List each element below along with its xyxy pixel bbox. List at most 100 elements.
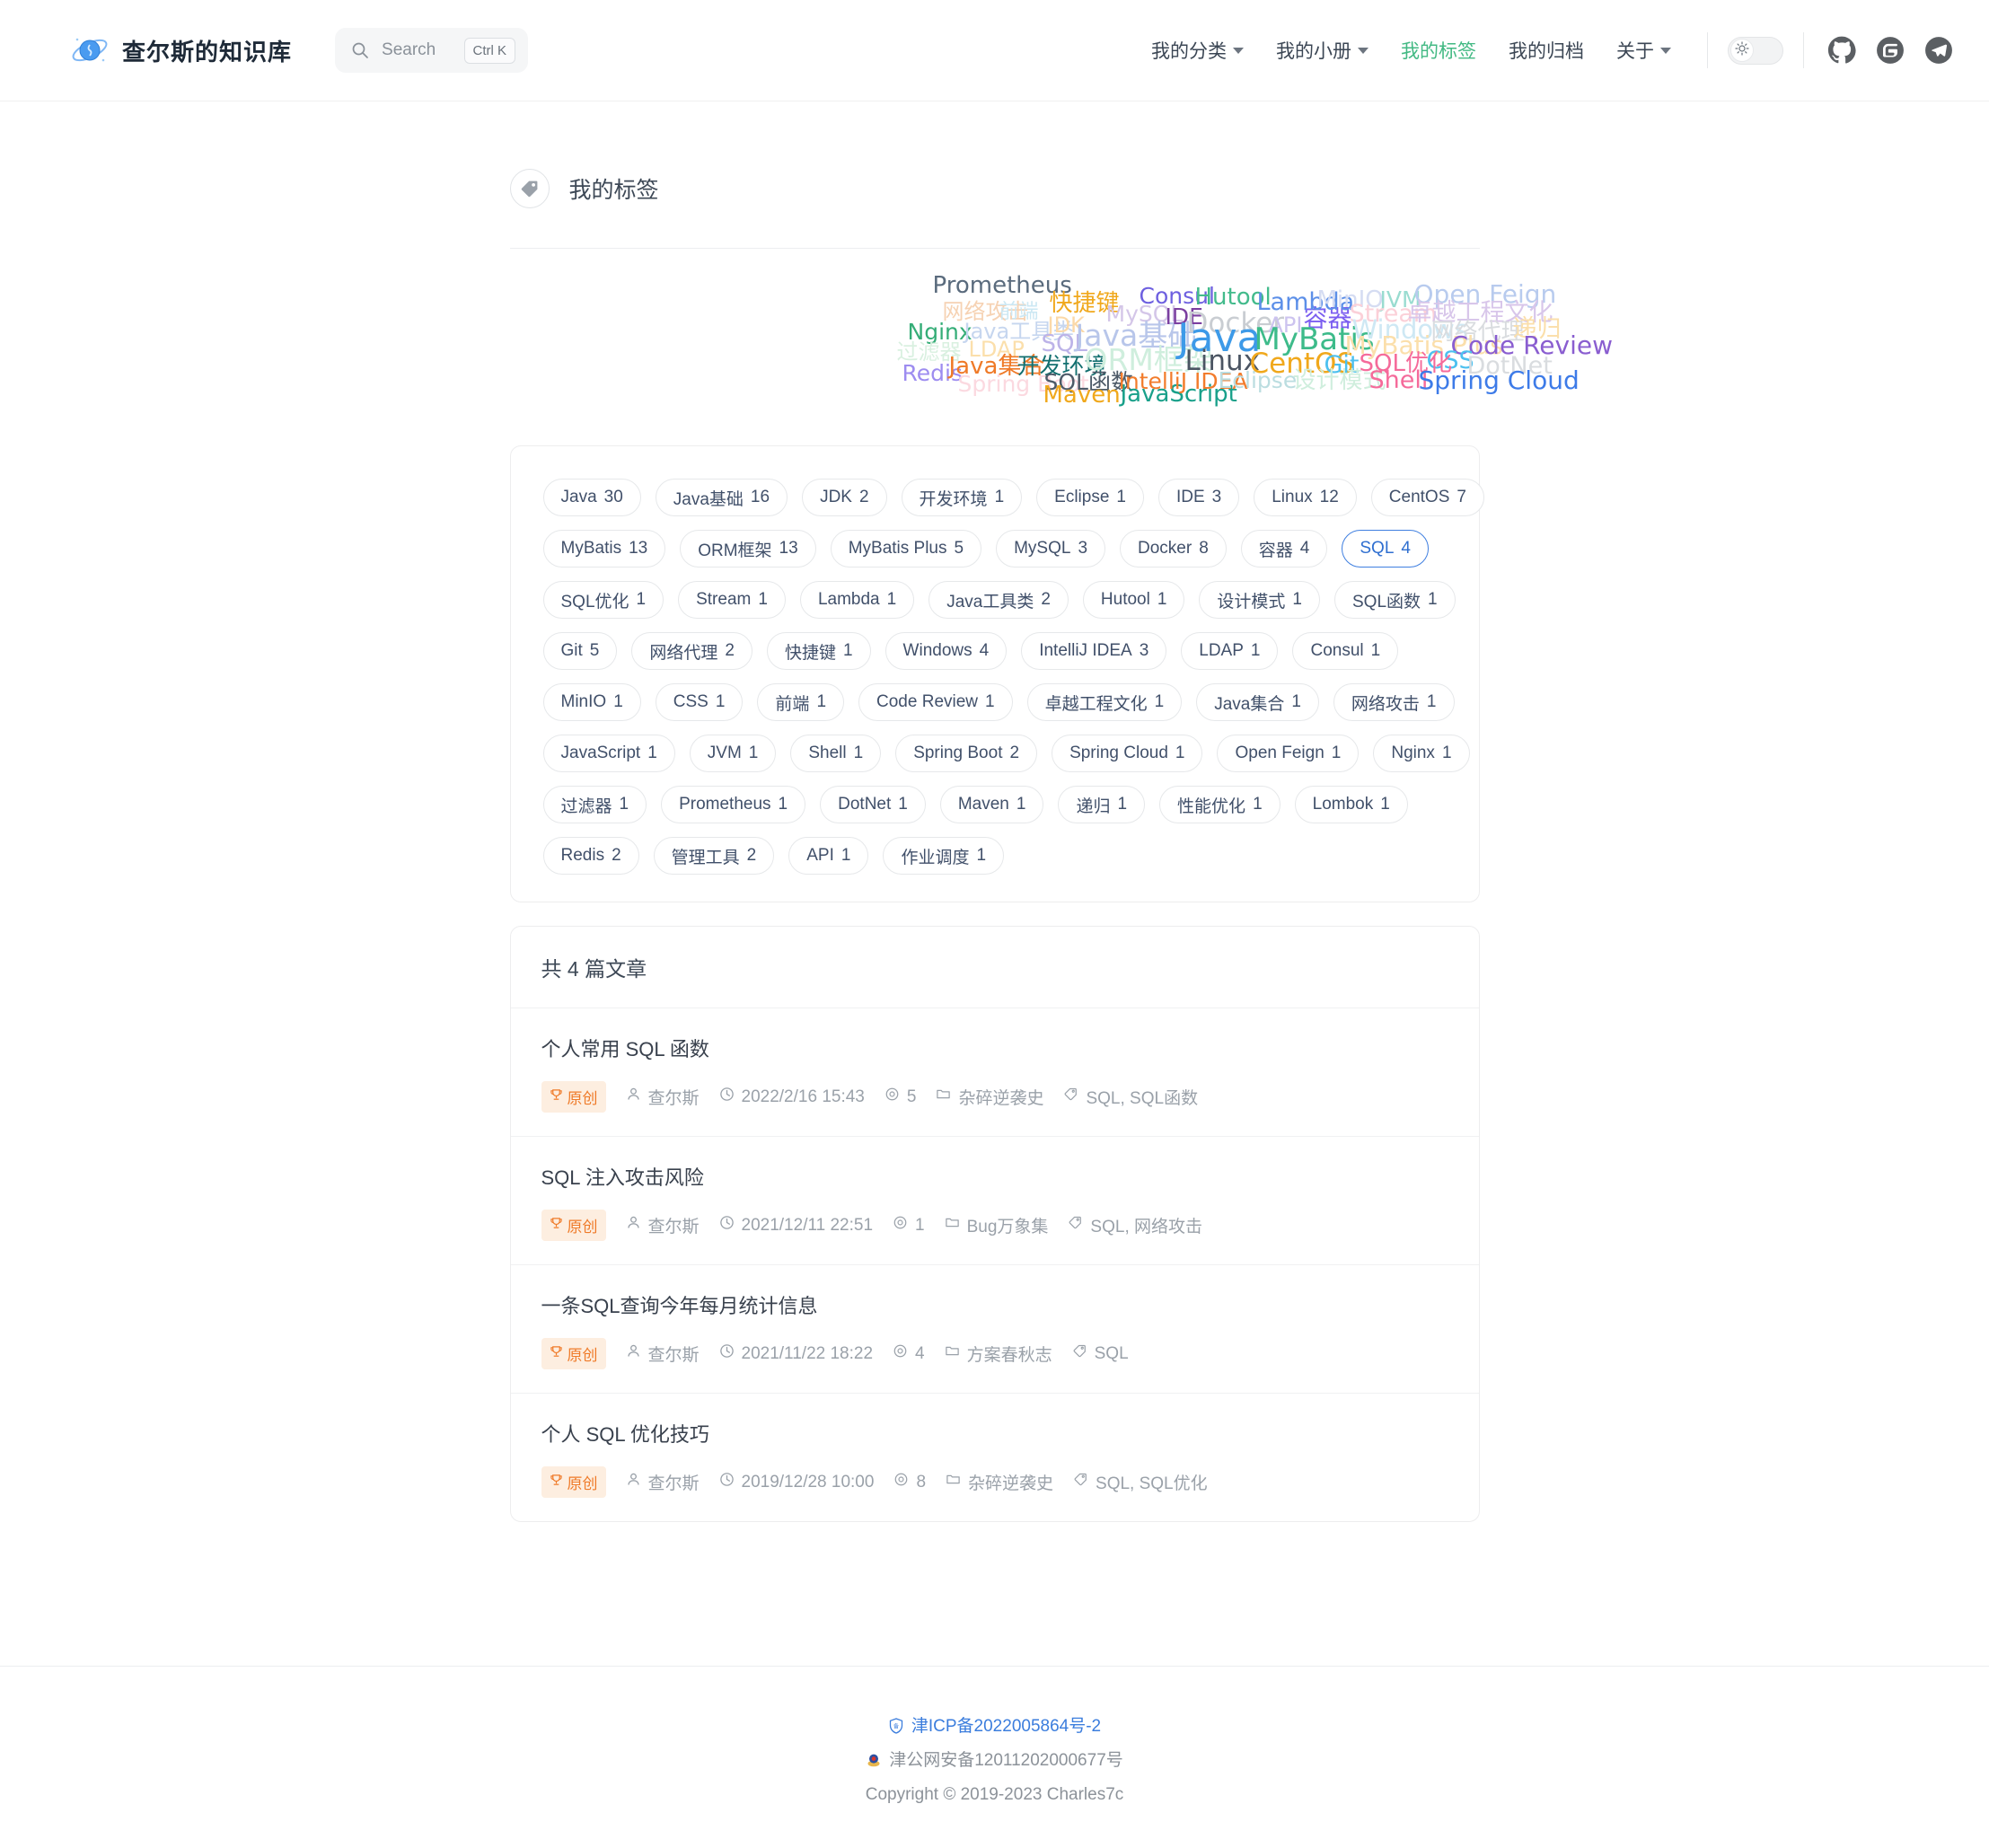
tag-pill[interactable]: Stream 1: [678, 581, 786, 619]
article-views: 1: [893, 1215, 925, 1236]
article-category-value: 方案春秋志: [966, 1346, 1052, 1365]
tag-pill[interactable]: SQL 4: [1342, 530, 1429, 568]
tag-pill[interactable]: IDE 3: [1157, 479, 1240, 516]
tag-pill-count: 8: [1199, 539, 1209, 558]
nav-item-booklets[interactable]: 我的小册: [1260, 37, 1385, 64]
article-title[interactable]: 个人 SQL 优化技巧: [541, 1419, 1448, 1448]
tag-pill[interactable]: MyBatis 13: [542, 530, 666, 568]
send-icon[interactable]: [1924, 36, 1953, 65]
tag-pill[interactable]: Eclipse 1: [1036, 479, 1144, 516]
tag-pill[interactable]: 容器 4: [1240, 530, 1328, 568]
tag-row: SQL优化 1 Stream 1 Lambda 1 Java工具类 2 Hutool 1 设计模式 1…: [542, 581, 1456, 619]
nav-item-categories[interactable]: 我的分类: [1135, 37, 1260, 64]
tag-pill[interactable]: Java 30: [542, 479, 641, 516]
tag-pill[interactable]: Open Feign 1: [1217, 735, 1360, 772]
tag-pill[interactable]: 前端 1: [757, 683, 845, 721]
tag-pill[interactable]: Java集合 1: [1196, 683, 1319, 721]
article-meta: 原创 查尔斯 2021/12/11 22:51 1 Bug万象集 SQL, 网络攻击: [541, 1210, 1448, 1241]
tag-pill[interactable]: 卓越工程文化 1: [1026, 683, 1183, 721]
tag-pill[interactable]: 作业调度 1: [883, 837, 1005, 875]
theme-toggle-knob: [1730, 39, 1754, 62]
theme-toggle[interactable]: [1728, 36, 1783, 65]
article-date: 2022/2/16 15:43: [719, 1087, 865, 1107]
cloud-word[interactable]: Maven: [1043, 383, 1121, 407]
police-line[interactable]: 津公网安备12011202000677号: [0, 1744, 1989, 1778]
tag-pill[interactable]: JVM 1: [689, 735, 777, 772]
article-title[interactable]: 一条SQL查询今年每月统计信息: [541, 1290, 1448, 1319]
article-tags[interactable]: SQL, SQL优化: [1073, 1470, 1208, 1494]
tag-pill[interactable]: LDAP 1: [1181, 632, 1279, 670]
article-category[interactable]: 杂碎逆袭史: [946, 1470, 1053, 1494]
article-tags[interactable]: SQL, SQL函数: [1063, 1085, 1198, 1109]
tag-pill[interactable]: Nginx 1: [1373, 735, 1470, 772]
tag-pill[interactable]: IntelliJ IDEA 3: [1021, 632, 1167, 670]
tag-pill[interactable]: MyBatis Plus 5: [830, 530, 982, 568]
tag-pill[interactable]: Linux 12: [1254, 479, 1357, 516]
tag-pill[interactable]: CentOS 7: [1370, 479, 1484, 516]
tag-pill[interactable]: 网络攻击 1: [1333, 683, 1455, 721]
tag-pill[interactable]: SQL优化 1: [542, 581, 664, 619]
tag-row: 过滤器 1 Prometheus 1 DotNet 1 Maven 1 递归 1 性能优化 1 Lomb…: [542, 786, 1447, 823]
tag-pill[interactable]: Spring Boot 2: [895, 735, 1038, 772]
tag-pill[interactable]: MinIO 1: [542, 683, 641, 721]
tag-pill[interactable]: Java基础 16: [655, 479, 788, 516]
tag-pill[interactable]: Consul 1: [1292, 632, 1399, 670]
tag-pill[interactable]: Git 5: [542, 632, 618, 670]
tag-pill[interactable]: MySQL 3: [996, 530, 1106, 568]
police-badge-icon: [866, 1752, 882, 1771]
tag-pill[interactable]: 网络代理 2: [631, 632, 752, 670]
tag-pill[interactable]: SQL函数 1: [1334, 581, 1456, 619]
tag-pill[interactable]: Spring Cloud 1: [1052, 735, 1203, 772]
nav-item-about[interactable]: 关于: [1600, 37, 1687, 64]
article-title[interactable]: 个人常用 SQL 函数: [541, 1034, 1448, 1062]
article-category[interactable]: Bug万象集: [945, 1213, 1048, 1237]
tag-pill[interactable]: 快捷键 1: [766, 632, 871, 670]
tag-pill[interactable]: 设计模式 1: [1199, 581, 1320, 619]
tag-pill[interactable]: CSS 1: [655, 683, 744, 721]
tag-pill[interactable]: 管理工具 2: [653, 837, 775, 875]
tag-pill[interactable]: Redis 2: [542, 837, 639, 875]
article-tags-value: SQL, 网络攻击: [1090, 1218, 1202, 1236]
tag-pill[interactable]: Windows 4: [884, 632, 1008, 670]
article-title[interactable]: SQL 注入攻击风险: [541, 1162, 1448, 1191]
tag-pill[interactable]: JDK 2: [802, 479, 887, 516]
gitee-icon[interactable]: [1876, 36, 1905, 65]
tag-pill[interactable]: JavaScript 1: [542, 735, 675, 772]
tag-pill[interactable]: Lombok 1: [1294, 786, 1408, 823]
tag-pill[interactable]: API 1: [788, 837, 869, 875]
tag-pill[interactable]: 性能优化 1: [1159, 786, 1281, 823]
tag-pill-count: 1: [1116, 488, 1126, 506]
tag-pill[interactable]: 过滤器 1: [542, 786, 647, 823]
tag-pill[interactable]: Prometheus 1: [661, 786, 806, 823]
eye-icon: [893, 1343, 908, 1364]
tag-pill[interactable]: Maven 1: [939, 786, 1044, 823]
tag-pill[interactable]: Hutool 1: [1082, 581, 1185, 619]
nav-item-archive[interactable]: 我的归档: [1492, 37, 1600, 64]
cloud-word[interactable]: Spring Cloud: [1419, 368, 1580, 393]
tag-pill[interactable]: Docker 8: [1120, 530, 1227, 568]
tag-pill[interactable]: Code Review 1: [858, 683, 1013, 721]
tag-pill[interactable]: DotNet 1: [820, 786, 926, 823]
brand[interactable]: 查尔斯的知识库: [70, 31, 292, 70]
article-category[interactable]: 杂碎逆袭史: [936, 1085, 1043, 1109]
tag-pill[interactable]: Java工具类 2: [928, 581, 1069, 619]
article-category[interactable]: 方案春秋志: [945, 1342, 1052, 1366]
github-icon[interactable]: [1827, 36, 1856, 65]
tag-pill-label: JVM: [707, 744, 742, 762]
article-author-value: 查尔斯: [647, 1474, 700, 1493]
tag-pill[interactable]: Lambda 1: [799, 581, 915, 619]
tag-pill[interactable]: 递归 1: [1058, 786, 1146, 823]
search-box[interactable]: Search Ctrl K: [335, 28, 529, 73]
tag-pill-label: CentOS: [1388, 488, 1450, 506]
tag-pill-count: 1: [840, 846, 851, 865]
nav-item-tags[interactable]: 我的标签: [1385, 37, 1492, 64]
user-icon: [626, 1215, 641, 1236]
tag-pill[interactable]: Shell 1: [790, 735, 882, 772]
tag-pill[interactable]: ORM框架 13: [680, 530, 816, 568]
article-views-value: 8: [916, 1472, 927, 1492]
tag-pill-label: Lambda: [817, 590, 880, 609]
icp-line[interactable]: 备 津ICP备2022005864号-2: [0, 1710, 1989, 1744]
article-tags[interactable]: SQL: [1072, 1343, 1129, 1364]
article-tags[interactable]: SQL, 网络攻击: [1068, 1213, 1202, 1237]
tag-pill[interactable]: 开发环境 1: [901, 479, 1023, 516]
